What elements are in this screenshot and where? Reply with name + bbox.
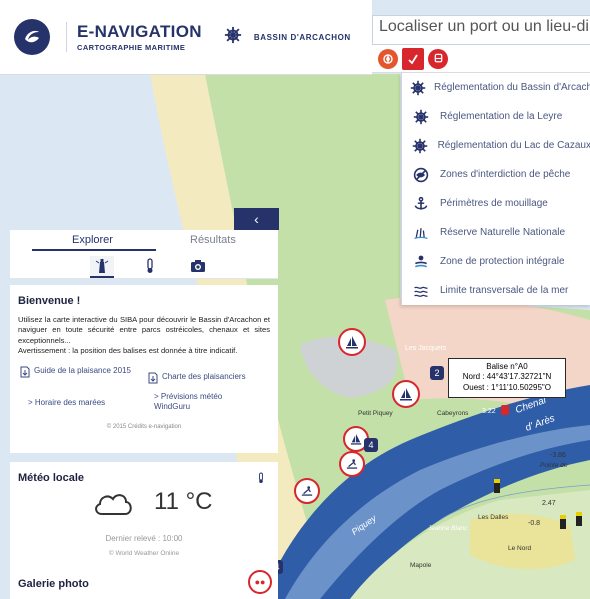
balise-pin-icon[interactable] bbox=[501, 405, 509, 415]
brand-subtitle: CARTOGRAPHIE MARITIME bbox=[77, 43, 186, 52]
ship-wheel-icon bbox=[410, 80, 426, 96]
ship-wheel-logo-icon bbox=[224, 26, 242, 49]
ship-wheel-icon bbox=[410, 109, 432, 125]
anchor-icon bbox=[410, 196, 432, 212]
buoy-icon[interactable] bbox=[494, 479, 500, 493]
map-label-pointe: Pointe de bbox=[540, 462, 568, 469]
map-label-depth: -0.8 bbox=[528, 520, 541, 527]
sailing-marker[interactable] bbox=[392, 380, 420, 408]
navigate-icon[interactable] bbox=[378, 48, 398, 69]
camera-icon[interactable] bbox=[186, 256, 210, 276]
lighthouse-icon[interactable] bbox=[90, 256, 114, 278]
dropdown-item-label: Réglementation de la Leyre bbox=[440, 111, 563, 122]
charte-link-label: Charte des plaisanciers bbox=[162, 372, 246, 381]
gallery-title: Galerie photo bbox=[18, 578, 89, 590]
protection-icon bbox=[410, 254, 432, 270]
e-navigation-logo[interactable] bbox=[14, 19, 50, 55]
dropdown-item-reserve[interactable]: Réserve Naturelle Nationale bbox=[402, 218, 590, 247]
guide-link[interactable]: Guide de la plaisance 2015 bbox=[20, 366, 134, 381]
dropdown-item-leyre[interactable]: Réglementation de la Leyre bbox=[402, 102, 590, 131]
credits-text: © 2015 Crédits e-navigation bbox=[106, 424, 182, 430]
dropdown-item-label: Limite transversale de la mer bbox=[440, 285, 569, 296]
waves-icon bbox=[410, 283, 432, 299]
meteo-link[interactable]: > Prévisions météo WindGuru bbox=[154, 392, 244, 412]
last-reading: Dernier relevé : 10:00 bbox=[105, 534, 183, 543]
search-input[interactable]: Localiser un port ou un lieu-di bbox=[372, 15, 590, 45]
dropdown-item-mouillage[interactable]: Périmètres de mouillage bbox=[402, 189, 590, 218]
no-fishing-icon bbox=[410, 167, 432, 183]
map-label-cabeyrons: Cabeyrons bbox=[437, 410, 469, 417]
marees-link[interactable]: > Horaire des marées bbox=[28, 398, 105, 408]
map-label-depth: 3.22 bbox=[482, 408, 496, 415]
chevron-left-icon: ‹ bbox=[254, 211, 259, 227]
dropdown-item-protection[interactable]: Zone de protection intégrale bbox=[402, 247, 590, 276]
map-label-petit-piquey: Petit Piquey bbox=[358, 410, 393, 417]
map-label-depth: 2.47 bbox=[542, 500, 556, 507]
explorer-subtabs bbox=[90, 256, 210, 278]
weather-source: © World Weather Online bbox=[108, 550, 180, 557]
charte-link[interactable]: Charte des plaisanciers bbox=[148, 372, 246, 387]
gallery-marker[interactable]: ●● bbox=[248, 570, 272, 594]
pdf-icon bbox=[20, 366, 30, 381]
dots-icon: ●● bbox=[254, 577, 266, 587]
dropdown-item-label: Réglementation du Bassin d'Arcach bbox=[434, 82, 590, 93]
map-toolbar bbox=[372, 45, 590, 73]
welcome-title: Bienvenue ! bbox=[18, 295, 81, 307]
side-panel-tabs: Explorer Résultats bbox=[10, 230, 278, 279]
dropdown-item-cazaux[interactable]: Réglementation du Lac de Cazaux bbox=[402, 131, 590, 160]
welcome-card: Bienvenue ! Utilisez la carte interactiv… bbox=[10, 285, 278, 453]
dropdown-item-label: Réglementation du Lac de Cazaux bbox=[437, 140, 590, 151]
balise-ouest: Ouest : 1°11'10.50295"O bbox=[463, 382, 551, 392]
reeds-icon bbox=[410, 225, 432, 241]
weather-card: Météo locale 11 °C Dernier relevé : 10:0… bbox=[10, 462, 278, 574]
brand-title: E-NAVIGATION bbox=[77, 22, 202, 41]
sailing-marker[interactable] bbox=[338, 328, 366, 356]
dropdown-item-label: Réserve Naturelle Nationale bbox=[440, 227, 566, 238]
map-label-depth: -3.86 bbox=[550, 452, 566, 459]
welcome-warning: Avertissement : la position des balises … bbox=[18, 345, 238, 355]
checklist-icon[interactable] bbox=[402, 47, 424, 70]
tab-explorer[interactable]: Explorer bbox=[72, 234, 113, 246]
dropdown-item-label: Périmètres de mouillage bbox=[440, 198, 548, 209]
kite-marker[interactable] bbox=[294, 478, 320, 504]
active-tab-indicator bbox=[32, 249, 156, 251]
cluster-marker[interactable]: 2 bbox=[430, 366, 444, 380]
balise-nord: Nord : 44°43'17.32721"N bbox=[462, 372, 552, 382]
map-label-jacquets: Les Jacquets bbox=[405, 345, 447, 352]
welcome-body: Utilisez la carte interactive du SIBA po… bbox=[18, 315, 270, 345]
dropdown-item-bassin[interactable]: Réglementation du Bassin d'Arcach bbox=[402, 73, 590, 102]
weather-title: Météo locale bbox=[18, 472, 85, 484]
regulation-dropdown: Réglementation du Bassin d'Arcach Réglem… bbox=[401, 73, 590, 305]
brand-block: E-NAVIGATION CARTOGRAPHIE MARITIME bbox=[66, 22, 202, 52]
map-label-dalles: Les Dalles bbox=[478, 514, 509, 521]
partner-label: BASSIN D'ARCACHON bbox=[253, 32, 351, 42]
dropdown-item-limite[interactable]: Limite transversale de la mer bbox=[402, 276, 590, 305]
balise-name: Balise n°A0 bbox=[486, 362, 528, 371]
thermometer-icon bbox=[256, 470, 266, 491]
ship-wheel-icon bbox=[410, 138, 430, 154]
cloud-icon bbox=[92, 490, 134, 523]
balise-popup: Balise n°A0 Nord : 44°43'17.32721"N Oues… bbox=[448, 358, 566, 398]
map-label-jeanne-blanc: Jeanne Blanc bbox=[428, 525, 468, 532]
surf-marker[interactable] bbox=[339, 451, 365, 477]
train-icon[interactable] bbox=[428, 48, 448, 69]
dropdown-item-peche[interactable]: Zones d'interdiction de pêche bbox=[402, 160, 590, 189]
map-label-le-nord: Le Nord bbox=[508, 545, 532, 552]
app-header: E-NAVIGATION CARTOGRAPHIE MARITIME BASSI… bbox=[0, 0, 372, 75]
guide-link-label: Guide de la plaisance 2015 bbox=[34, 366, 131, 375]
dropdown-item-label: Zones d'interdiction de pêche bbox=[440, 169, 571, 180]
buoy-icon[interactable] bbox=[560, 515, 566, 529]
welcome-links: Guide de la plaisance 2015 Charte des pl… bbox=[18, 364, 270, 424]
collapse-panel-button[interactable]: ‹ bbox=[234, 208, 279, 230]
thermometer-icon[interactable] bbox=[138, 256, 162, 276]
tab-resultats[interactable]: Résultats bbox=[190, 234, 236, 246]
buoy-icon[interactable] bbox=[576, 512, 582, 526]
pdf-icon bbox=[148, 372, 158, 387]
gallery-card: Galerie photo bbox=[10, 570, 278, 599]
temperature-value: 11 °C bbox=[154, 488, 213, 515]
map-label-mapole: Mapole bbox=[410, 562, 432, 569]
dropdown-item-label: Zone de protection intégrale bbox=[440, 256, 565, 267]
cluster-marker[interactable]: 4 bbox=[364, 438, 378, 452]
